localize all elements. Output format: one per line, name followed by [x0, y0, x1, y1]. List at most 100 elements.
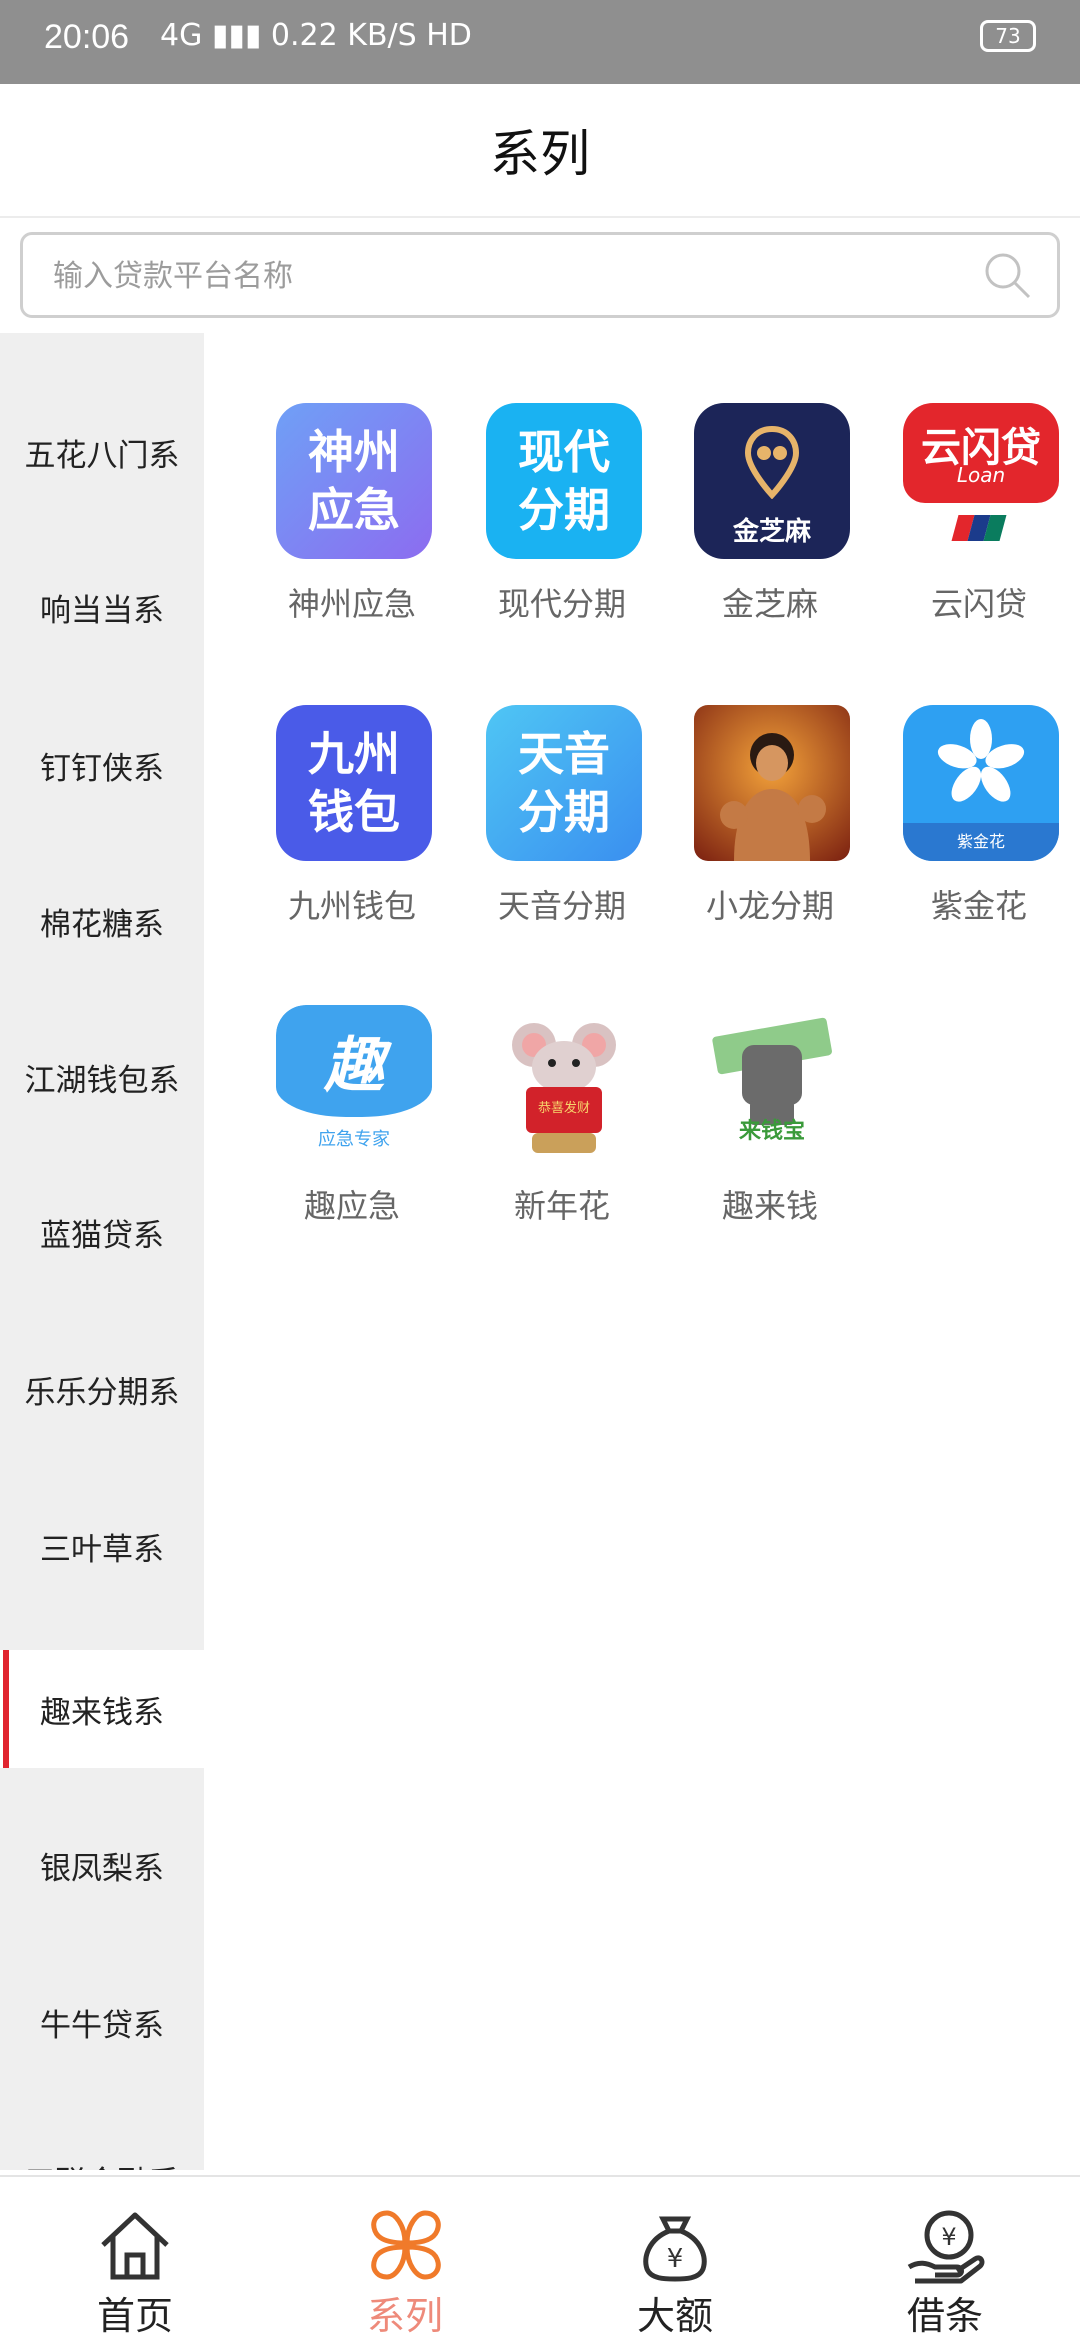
app-name: 云闪贷 — [930, 585, 1027, 623]
mouse-mascot-icon — [512, 1023, 616, 1153]
sidebar-item-label: 趣来钱系 — [40, 1694, 164, 1731]
status-time: 20:06 — [44, 18, 130, 56]
icon-text: 趣 — [324, 1031, 384, 1101]
sidebar-item-label: 蓝猫贷系 — [40, 1217, 164, 1254]
sidebar-item-label: 棉花糖系 — [40, 906, 164, 943]
app-icon: 来钱宝 — [694, 1005, 850, 1161]
page-header: 系列 — [0, 84, 1080, 218]
app-tile-jinzhima[interactable]: 金芝麻 金芝麻 — [675, 403, 865, 623]
app-tile-qulaiqian[interactable]: 来钱宝 趣来钱 — [675, 1005, 865, 1225]
search-icon[interactable] — [981, 249, 1033, 301]
sidebar-item[interactable]: 三叶草系 — [0, 1487, 204, 1605]
nav-label: 借条 — [906, 2294, 983, 2338]
nav-label: 大额 — [636, 2294, 713, 2338]
app-tile-xiaolong[interactable]: 小龙分期 — [675, 705, 865, 925]
map-pin-icon — [744, 425, 800, 499]
sidebar-item[interactable]: 五花八门系 — [0, 393, 204, 511]
app-icon: 趣 应急专家 — [276, 1005, 432, 1161]
icon-text: 钱包 — [308, 785, 400, 839]
fighter-image-icon — [720, 733, 826, 861]
app-name: 神州应急 — [287, 585, 416, 623]
app-name: 趣应急 — [303, 1187, 400, 1225]
nav-label: 首页 — [96, 2294, 173, 2338]
app-icon — [694, 705, 850, 861]
sidebar-item-label: 牛牛贷系 — [40, 2007, 164, 2044]
icon-text: 九州 — [308, 727, 400, 781]
app-name: 趣来钱 — [721, 1187, 818, 1225]
app-name: 金芝麻 — [721, 585, 818, 623]
sidebar-item-label: 银凤梨系 — [40, 1850, 164, 1887]
app-tile-yunshandai[interactable]: 云闪贷 Loan 云闪贷 — [884, 403, 1074, 623]
nav-label: 系列 — [366, 2294, 443, 2338]
app-tile-jiuzhou[interactable]: 九州 钱包 九州钱包 — [257, 705, 447, 925]
app-name: 现代分期 — [497, 585, 626, 623]
sidebar-item-active[interactable]: 趣来钱系 — [0, 1650, 204, 1768]
battery-indicator: 73 — [980, 20, 1036, 52]
icon-text: 应急 — [308, 483, 400, 537]
icon-text: 紫金花 — [903, 823, 1059, 861]
nav-home[interactable]: 首页 — [0, 2177, 270, 2342]
icon-text: 分期 — [518, 785, 610, 839]
app-tile-xiandai[interactable]: 现代 分期 现代分期 — [467, 403, 657, 623]
app-icon: 九州 钱包 — [276, 705, 432, 861]
sidebar-item[interactable]: 三联金融系 — [0, 2120, 204, 2171]
sidebar-item[interactable]: 江湖钱包系 — [0, 1018, 204, 1136]
money-bag-icon: ¥ — [643, 2216, 707, 2282]
icon-text: 现代 — [518, 425, 610, 479]
app-name: 小龙分期 — [705, 887, 834, 925]
home-icon — [101, 2212, 169, 2280]
app-tile-xinnianhua[interactable]: 恭喜发财 新年花 — [467, 1005, 657, 1225]
sidebar-item[interactable]: 棉花糖系 — [0, 862, 204, 980]
sidebar-item[interactable]: 响当当系 — [0, 548, 204, 666]
icon-text: 神州 — [308, 425, 400, 479]
sidebar-item[interactable]: 牛牛贷系 — [0, 1963, 204, 2081]
series-sidebar: 五花八门系 响当当系 钉钉侠系 棉花糖系 江湖钱包系 蓝猫贷系 乐乐分期系 三叶… — [0, 333, 204, 2170]
network-indicator: 4G ▮▮▮ 0.22 KB/S HD — [160, 18, 472, 53]
app-icon: 恭喜发财 — [486, 1005, 642, 1161]
nav-large-amount[interactable]: ¥ 大额 — [540, 2177, 810, 2342]
app-icon: 天音 分期 — [486, 705, 642, 861]
sidebar-item[interactable]: 蓝猫贷系 — [0, 1173, 204, 1291]
icon-text: Loan — [956, 463, 1006, 487]
icon-text: 天音 — [518, 727, 610, 781]
hand-coin-icon: ¥ — [907, 2210, 985, 2284]
sidebar-item-label: 三叶草系 — [40, 1531, 164, 1568]
sidebar-item[interactable]: 钉钉侠系 — [0, 706, 204, 824]
svg-text:¥: ¥ — [667, 2244, 684, 2274]
icon-text: 应急专家 — [318, 1129, 390, 1150]
app-tile-zijinhua[interactable]: 紫金花 紫金花 — [884, 705, 1074, 925]
app-tile-shenzhou[interactable]: 神州 应急 神州应急 — [257, 403, 447, 623]
sidebar-item-label: 乐乐分期系 — [24, 1374, 180, 1411]
app-tile-quyingji[interactable]: 趣 应急专家 趣应急 — [257, 1005, 447, 1225]
bottom-nav: 首页 系列 ¥ 大额 ¥ 借条 — [0, 2175, 1080, 2342]
nav-iou[interactable]: ¥ 借条 — [810, 2177, 1080, 2342]
sidebar-item-label: 五花八门系 — [24, 437, 180, 474]
app-name: 紫金花 — [930, 887, 1027, 925]
icon-text: 来钱宝 — [738, 1119, 805, 1144]
app-icon: 现代 分期 — [486, 403, 642, 559]
svg-text:¥: ¥ — [941, 2223, 956, 2251]
app-name: 九州钱包 — [287, 887, 416, 925]
sidebar-item-label: 江湖钱包系 — [24, 1062, 180, 1099]
bauhinia-flower-icon — [937, 719, 1025, 802]
sidebar-item-label: 钉钉侠系 — [40, 750, 164, 787]
page-title: 系列 — [490, 125, 590, 183]
sidebar-item[interactable]: 乐乐分期系 — [0, 1330, 204, 1448]
app-tile-tianyin[interactable]: 天音 分期 天音分期 — [467, 705, 657, 925]
icon-text: 恭喜发财 — [537, 1101, 590, 1116]
app-name: 新年花 — [513, 1187, 610, 1225]
nav-series[interactable]: 系列 — [270, 2177, 540, 2342]
status-bar: 20:06 4G ▮▮▮ 0.22 KB/S HD 73 — [0, 0, 1080, 84]
clover-icon — [371, 2210, 441, 2280]
sidebar-item-label: 响当当系 — [40, 592, 164, 629]
app-name: 天音分期 — [497, 887, 626, 925]
search-box[interactable] — [20, 232, 1060, 318]
icon-text: 分期 — [518, 483, 610, 537]
app-icon: 神州 应急 — [276, 403, 432, 559]
sidebar-item[interactable]: 银凤梨系 — [0, 1806, 204, 1924]
app-icon: 紫金花 — [903, 705, 1059, 861]
search-input[interactable] — [51, 249, 955, 303]
icon-text: 金芝麻 — [732, 517, 811, 547]
app-icon: 云闪贷 Loan — [903, 403, 1059, 559]
sidebar-item-label: 三联金融系 — [25, 2157, 180, 2171]
